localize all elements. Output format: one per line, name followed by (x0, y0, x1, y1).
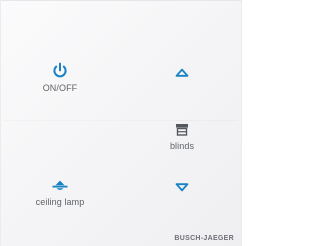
panel-left-edge (0, 0, 1, 246)
panel-divider (4, 120, 238, 121)
switch-panel: ON/OFF blinds ceiling lamp BUSCH-JAEGER (0, 0, 242, 246)
triangle-down-icon (175, 183, 189, 192)
onoff-label: ON/OFF (42, 83, 78, 93)
blinds-up-button[interactable] (170, 68, 194, 77)
triangle-up-icon (175, 68, 189, 77)
blinds-label: blinds (169, 141, 195, 151)
brand-logo-text: BUSCH-JAEGER (174, 235, 234, 242)
ceiling-lamp-label: ceiling lamp (35, 197, 85, 207)
panel-right-edge (241, 0, 242, 246)
panel-top-edge (0, 0, 242, 1)
blinds-icon (176, 124, 188, 136)
blinds-button[interactable]: blinds (160, 123, 204, 151)
blinds-down-button[interactable] (170, 183, 194, 192)
onoff-button[interactable]: ON/OFF (35, 62, 85, 93)
ceiling-lamp-icon (52, 180, 68, 190)
power-icon (53, 62, 67, 78)
ceiling-lamp-button[interactable]: ceiling lamp (27, 179, 93, 207)
